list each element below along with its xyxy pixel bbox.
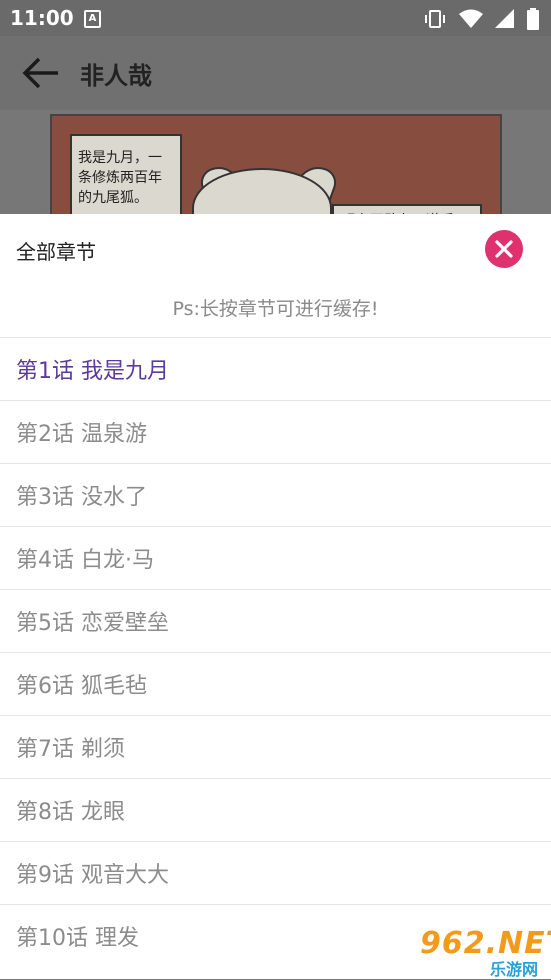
- comic-bubble-line: 的九尾狐。: [78, 190, 148, 206]
- back-arrow-icon[interactable]: [22, 56, 60, 90]
- chapter-item[interactable]: 第6话 狐毛毡: [0, 652, 551, 715]
- chapter-item[interactable]: 第4话 白龙·马: [0, 526, 551, 589]
- wifi-icon: [459, 9, 483, 28]
- chapter-item[interactable]: 第7话 剃须: [0, 715, 551, 778]
- comic-bubble-line: 我是九月，一: [78, 150, 162, 166]
- battery-icon: [527, 8, 539, 30]
- close-button[interactable]: [485, 230, 523, 268]
- sheet-hint: Ps:长按章节可进行缓存!: [172, 298, 379, 320]
- chapter-item[interactable]: 第9话 观音大大: [0, 841, 551, 904]
- status-icons: [423, 8, 539, 30]
- status-time: 11:00: [10, 6, 74, 30]
- page-title: 非人哉: [80, 62, 152, 90]
- sheet-title: 全部章节: [16, 240, 96, 264]
- watermark-sub: 乐游网: [490, 960, 539, 979]
- watermark-logo: 962.NET 乐游网: [412, 926, 551, 979]
- vibrate-icon: [425, 10, 445, 28]
- comic-panel: 我是九月，一 条修炼两百年 的九尾狐。 现在不敢九天道后: [50, 114, 502, 224]
- signal-icon: [495, 9, 514, 28]
- chapter-item[interactable]: 第5话 恋爱壁垒: [0, 589, 551, 652]
- comic-bubble-line: 条修炼两百年: [78, 170, 162, 186]
- chapter-item[interactable]: 第2话 温泉游: [0, 400, 551, 463]
- close-icon: [495, 240, 513, 258]
- status-bar: 11:00 A: [0, 0, 551, 36]
- app-bar: 非人哉: [0, 36, 551, 110]
- notification-icon: A: [84, 10, 101, 28]
- chapter-list: 第1话 我是九月 第2话 温泉游 第3话 没水了 第4话 白龙·马 第5话 恋爱…: [0, 337, 551, 967]
- chapter-item[interactable]: 第8话 龙眼: [0, 778, 551, 841]
- sheet-header: 全部章节: [0, 214, 551, 282]
- chapter-sheet: 全部章节 Ps:长按章节可进行缓存! 第1话 我是九月 第2话 温泉游 第3话 …: [0, 214, 551, 979]
- comic-speech-bubble: 我是九月，一 条修炼两百年 的九尾狐。: [70, 134, 182, 222]
- chapter-item[interactable]: 第1话 我是九月: [0, 337, 551, 400]
- chapter-item[interactable]: 第3话 没水了: [0, 463, 551, 526]
